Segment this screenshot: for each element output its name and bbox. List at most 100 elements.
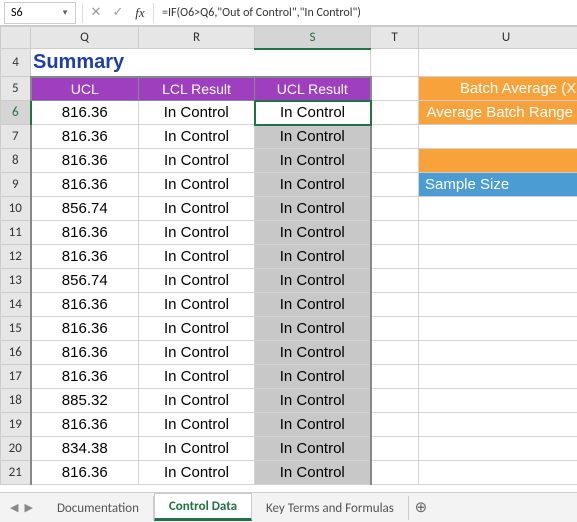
spreadsheet-grid[interactable]: Q R S T U 4 Summary 5 UCL LCL Result UCL… (0, 26, 577, 486)
cell[interactable] (419, 341, 577, 365)
cell[interactable] (371, 365, 419, 389)
cell-ucl[interactable]: 816.36 (31, 365, 139, 389)
add-sheet-button[interactable]: ⊕ (409, 498, 433, 517)
cell[interactable] (371, 221, 419, 245)
cell-lcl-result[interactable]: In Control (139, 389, 255, 413)
formula-input[interactable]: =IF(O6>Q6,"Out of Control","In Control") (156, 4, 577, 22)
cell[interactable] (371, 245, 419, 269)
row-header[interactable]: 14 (1, 293, 31, 317)
cell[interactable] (371, 293, 419, 317)
cell[interactable] (419, 221, 577, 245)
cell[interactable] (371, 49, 419, 77)
cell-ucl-result[interactable]: In Control (255, 293, 371, 317)
cell-ucl[interactable]: 816.36 (31, 101, 139, 125)
cell[interactable] (419, 149, 577, 173)
sample-size-label[interactable]: Sample Size (419, 173, 577, 197)
cell[interactable] (371, 101, 419, 125)
cell-ucl[interactable]: 856.74 (31, 269, 139, 293)
cell-ucl[interactable]: 816.36 (31, 413, 139, 437)
header-ucl-result[interactable]: UCL Result (255, 77, 371, 101)
cell-ucl[interactable]: 816.36 (31, 317, 139, 341)
cell-ucl-result[interactable]: In Control (255, 125, 371, 149)
tab-key-terms[interactable]: Key Terms and Formulas (252, 496, 409, 520)
cell-lcl-result[interactable]: In Control (139, 293, 255, 317)
cell-ucl[interactable]: 885.32 (31, 389, 139, 413)
cell-ucl-result[interactable]: In Control (255, 245, 371, 269)
cell[interactable] (371, 317, 419, 341)
row-header[interactable]: 21 (1, 461, 31, 485)
cell-ucl-result[interactable]: In Control (255, 149, 371, 173)
cell-lcl-result[interactable]: In Control (139, 461, 255, 485)
cell[interactable] (419, 461, 577, 485)
confirm-formula-icon[interactable]: ✓ (107, 2, 129, 24)
cell[interactable] (419, 197, 577, 221)
cell-ucl-result[interactable]: In Control (255, 197, 371, 221)
tab-nav-next-icon[interactable]: ▶ (24, 501, 32, 514)
row-header[interactable]: 5 (1, 77, 31, 101)
cell-lcl-result[interactable]: In Control (139, 221, 255, 245)
cell-lcl-result[interactable]: In Control (139, 365, 255, 389)
cell-lcl-result[interactable]: In Control (139, 197, 255, 221)
cell-ucl-result[interactable]: In Control (255, 269, 371, 293)
cell[interactable] (371, 461, 419, 485)
row-header[interactable]: 7 (1, 125, 31, 149)
row-header[interactable]: 17 (1, 365, 31, 389)
col-header-t[interactable]: T (371, 27, 419, 49)
cell-ucl-result[interactable]: In Control (255, 221, 371, 245)
cell-ucl[interactable]: 816.36 (31, 461, 139, 485)
cell-ucl[interactable]: 816.36 (31, 221, 139, 245)
tab-nav-prev-icon[interactable]: ◀ (10, 501, 18, 514)
row-header[interactable]: 11 (1, 221, 31, 245)
select-all-corner[interactable] (1, 27, 31, 49)
cell-lcl-result[interactable]: In Control (139, 269, 255, 293)
cell[interactable] (371, 125, 419, 149)
cell-ucl-result[interactable]: In Control (255, 101, 371, 125)
col-header-s[interactable]: S (255, 27, 371, 49)
row-header[interactable]: 12 (1, 245, 31, 269)
header-ucl[interactable]: UCL (31, 77, 139, 101)
row-header[interactable]: 19 (1, 413, 31, 437)
cell-lcl-result[interactable]: In Control (139, 173, 255, 197)
cell-ucl-result[interactable]: In Control (255, 413, 371, 437)
cell[interactable] (371, 77, 419, 101)
row-header[interactable]: 20 (1, 437, 31, 461)
cell[interactable] (419, 293, 577, 317)
cell[interactable] (371, 341, 419, 365)
cell-ucl-result[interactable]: In Control (255, 461, 371, 485)
cell-ucl[interactable]: 816.36 (31, 341, 139, 365)
tab-control-data[interactable]: Control Data (154, 493, 252, 521)
cell-ucl-result[interactable]: In Control (255, 437, 371, 461)
cell-lcl-result[interactable]: In Control (139, 149, 255, 173)
cell-ucl[interactable]: 816.36 (31, 125, 139, 149)
row-header[interactable]: 4 (1, 49, 31, 77)
cell[interactable] (371, 173, 419, 197)
row-header[interactable]: 13 (1, 269, 31, 293)
cell[interactable] (371, 413, 419, 437)
batch-average-label[interactable]: Batch Average (Xba (419, 77, 577, 101)
cell-ucl[interactable]: 816.36 (31, 245, 139, 269)
cell-ucl-result[interactable]: In Control (255, 173, 371, 197)
col-header-q[interactable]: Q (31, 27, 139, 49)
cell-ucl[interactable]: 816.36 (31, 173, 139, 197)
cell-lcl-result[interactable]: In Control (139, 437, 255, 461)
row-header[interactable]: 16 (1, 341, 31, 365)
summary-title[interactable]: Summary (31, 49, 371, 77)
row-header[interactable]: 8 (1, 149, 31, 173)
cell-lcl-result[interactable]: In Control (139, 317, 255, 341)
cell-ucl-result[interactable]: In Control (255, 317, 371, 341)
cell-ucl[interactable]: 856.74 (31, 197, 139, 221)
cell-ucl[interactable]: 816.36 (31, 293, 139, 317)
cell-ucl-result[interactable]: In Control (255, 389, 371, 413)
col-header-u[interactable]: U (419, 27, 577, 49)
row-header[interactable]: 10 (1, 197, 31, 221)
cell[interactable] (419, 125, 577, 149)
cell[interactable] (419, 317, 577, 341)
cell[interactable] (419, 245, 577, 269)
cell[interactable] (371, 149, 419, 173)
row-header[interactable]: 9 (1, 173, 31, 197)
insert-function-icon[interactable]: fx (129, 2, 151, 24)
cell-lcl-result[interactable]: In Control (139, 101, 255, 125)
cell[interactable] (419, 49, 577, 77)
row-header[interactable]: 6 (1, 101, 31, 125)
cell[interactable] (371, 389, 419, 413)
